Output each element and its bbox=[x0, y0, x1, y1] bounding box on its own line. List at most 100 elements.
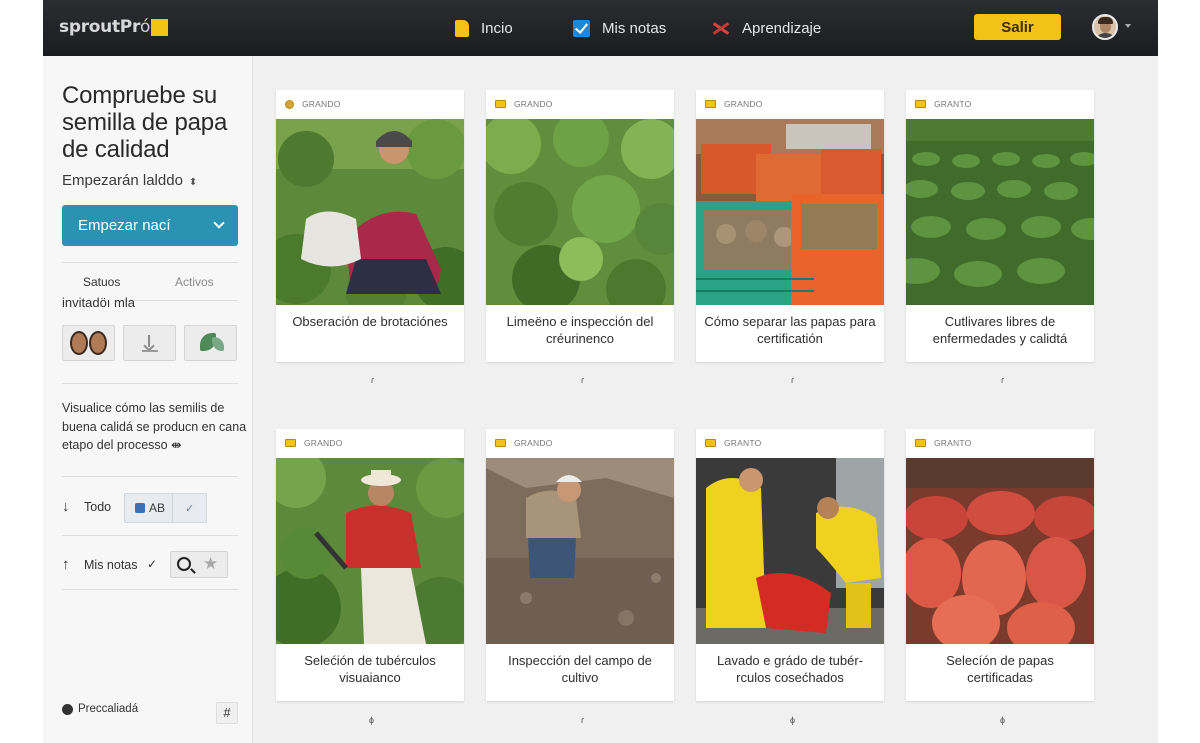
card-header-label: GRANDO bbox=[304, 438, 343, 448]
card-image-field[interactable] bbox=[906, 119, 1094, 305]
card[interactable]: GRANDO Selećión de tubérculos visuaianco bbox=[276, 429, 464, 701]
invited-label: invitadöı mla bbox=[62, 295, 135, 310]
chevron-down-icon[interactable] bbox=[1125, 24, 1131, 28]
card-header: GRANDO bbox=[285, 97, 341, 111]
card-header-label: GRANDO bbox=[302, 99, 341, 109]
divider bbox=[62, 383, 238, 384]
folder-icon bbox=[705, 439, 716, 447]
card-marker: ɾ bbox=[581, 375, 584, 385]
leaf-icon bbox=[212, 337, 224, 351]
filter-row-notes: ↑ Mis notas ✓ ★ bbox=[62, 551, 238, 581]
folder-icon bbox=[705, 100, 716, 108]
divider bbox=[121, 300, 238, 301]
filter-all-label[interactable]: Todo bbox=[84, 500, 111, 514]
tab-active[interactable]: Activos bbox=[175, 275, 214, 289]
nav-item-label: Aprendizaje bbox=[742, 19, 822, 37]
search-button[interactable]: ★ bbox=[170, 551, 228, 578]
tool-buttons bbox=[62, 325, 238, 361]
card-caption: Cómo separar las papas para certificatió… bbox=[704, 314, 876, 346]
logo-square-icon bbox=[151, 18, 169, 36]
sidebar-description: Visualice cómo las semilis de buena cali… bbox=[62, 399, 252, 455]
folder-icon bbox=[455, 19, 469, 37]
ab-label: AB bbox=[149, 501, 166, 515]
card-image-sacks[interactable] bbox=[906, 458, 1094, 644]
card-header: GRANDO bbox=[285, 436, 343, 450]
sort-arrows-icon: ⬍ bbox=[188, 177, 198, 188]
nav-item-aprendizaje[interactable]: Aprendizaje bbox=[712, 0, 821, 56]
card-header: GRANDO bbox=[705, 97, 763, 111]
card-header-label: GRANDO bbox=[514, 99, 553, 109]
card-header-label: GRANDO bbox=[514, 438, 553, 448]
star-icon[interactable]: ★ bbox=[203, 554, 218, 574]
card-caption: Obseración de brotaciónes bbox=[292, 314, 448, 329]
card[interactable]: GRANDO Limeëno e inspección del créurine… bbox=[486, 90, 674, 362]
card-image-washing[interactable] bbox=[696, 458, 884, 644]
card-image-digging[interactable] bbox=[486, 458, 674, 644]
exit-button[interactable]: Salir bbox=[974, 14, 1061, 40]
sidebar: Compruebe su semilla de papa de calidad … bbox=[43, 56, 253, 743]
user-avatar[interactable] bbox=[1092, 14, 1118, 40]
folder-icon bbox=[495, 439, 506, 447]
card[interactable]: GRANTO Cutlivares libres de enfermedades… bbox=[906, 90, 1094, 362]
download-button[interactable] bbox=[123, 325, 176, 361]
card-image-sorting[interactable] bbox=[276, 458, 464, 644]
card-image-crates[interactable] bbox=[696, 119, 884, 305]
card[interactable]: GRANTO Lavado e grádo de tubér-rculos co… bbox=[696, 429, 884, 701]
card-image-plants[interactable] bbox=[486, 119, 674, 305]
card[interactable]: GRANTO Selecíón de papas certificadas bbox=[906, 429, 1094, 701]
sidebar-footer[interactable]: Preccaliadá bbox=[62, 703, 138, 715]
card[interactable]: GRANDO Obseración de brotaciónes bbox=[276, 90, 464, 362]
arrow-down-icon: ↓ bbox=[62, 498, 70, 515]
hash-button[interactable]: # bbox=[216, 702, 238, 724]
card-image-farmer[interactable] bbox=[276, 119, 464, 305]
footer-label: Preccaliadá bbox=[78, 703, 139, 715]
people-button[interactable] bbox=[62, 325, 115, 361]
sidebar-subtitle-text: Empezarán lalddo bbox=[62, 172, 183, 189]
card-marker: ɾ bbox=[581, 715, 584, 725]
avatar-hair bbox=[1098, 17, 1113, 24]
nav-item-inicio[interactable]: Incio bbox=[455, 0, 513, 56]
nav-item-label: Mis notas bbox=[602, 19, 667, 37]
arrow-up-icon: ↑ bbox=[62, 556, 70, 573]
card-caption: Cutlivares libres de enfermedades y cali… bbox=[932, 314, 1068, 346]
card-marker: ɾ bbox=[791, 375, 794, 385]
app-window: sproutPr ó Incio Mis notas Aprendizaje Sa… bbox=[43, 0, 1158, 743]
check-icon[interactable]: ✓ bbox=[147, 557, 157, 571]
card[interactable]: GRANDO Inspección del campo de cultivo bbox=[486, 429, 674, 701]
card-marker: ɸ bbox=[369, 715, 374, 725]
person-icon bbox=[70, 331, 88, 355]
card-header: GRANDO bbox=[495, 436, 553, 450]
card-marker: ɸ bbox=[1000, 715, 1005, 725]
search-icon bbox=[177, 557, 191, 571]
person-icon bbox=[89, 331, 107, 355]
card-caption: Selećión de tubérculos visuaianco bbox=[304, 653, 436, 685]
start-button-label: Empezar nací bbox=[78, 217, 171, 234]
nav-item-label: Incio bbox=[481, 19, 513, 37]
start-button[interactable]: Empezar nací bbox=[62, 205, 238, 246]
card-header: GRANTO bbox=[705, 436, 761, 450]
download-tray-icon bbox=[142, 350, 158, 352]
app-logo[interactable]: sproutPr ó bbox=[59, 17, 169, 37]
sidebar-subtitle[interactable]: Empezarán lalddo ⬍ bbox=[62, 172, 197, 189]
card-header: GRANTO bbox=[915, 436, 971, 450]
card-header-label: GRANTO bbox=[934, 99, 972, 109]
nav-item-mis-notas[interactable]: Mis notas bbox=[573, 0, 666, 56]
cross-icon bbox=[712, 20, 730, 37]
filter-notes-label[interactable]: Mis notas bbox=[84, 558, 138, 572]
card-caption: Selecíón de papas certificadas bbox=[946, 653, 1054, 685]
format-toggle[interactable]: AB ✓ bbox=[124, 493, 207, 523]
page-title: Compruebe su semilla de papa de calidad bbox=[62, 82, 228, 163]
tab-status[interactable]: Satuos bbox=[83, 275, 120, 289]
folder-icon bbox=[285, 439, 296, 447]
card-header-label: GRANDO bbox=[724, 99, 763, 109]
check-icon[interactable]: ✓ bbox=[173, 502, 194, 515]
sidebar-description-text: Visualice cómo las semilis de buena cali… bbox=[62, 401, 247, 452]
ab-option[interactable]: AB bbox=[125, 494, 173, 522]
card-marker: ɾ bbox=[371, 375, 374, 385]
plant-button[interactable] bbox=[184, 325, 237, 361]
card-header-label: GRANTO bbox=[934, 438, 972, 448]
card-caption: Inspección del campo de cultivo bbox=[508, 653, 652, 685]
card[interactable]: GRANDO Cómo separar las papas para certi… bbox=[696, 90, 884, 362]
divider bbox=[62, 476, 238, 477]
folder-icon bbox=[915, 100, 926, 108]
